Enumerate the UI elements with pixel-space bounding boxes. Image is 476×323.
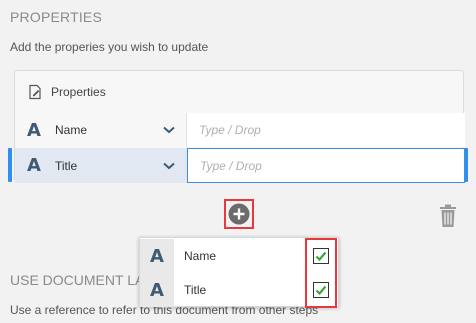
property-row-name: A Name Type / Drop bbox=[15, 113, 465, 147]
properties-panel: Properties A Name Type / Drop A Title Ty… bbox=[14, 70, 465, 183]
chevron-down-icon[interactable] bbox=[160, 157, 178, 175]
property-selector-title[interactable]: A Title bbox=[15, 148, 187, 183]
trash-icon[interactable] bbox=[438, 204, 458, 228]
text-type-icon: A bbox=[27, 155, 41, 176]
property-label: Name bbox=[55, 123, 88, 137]
checkmark-icon bbox=[315, 285, 327, 296]
property-row-title: A Title Type / Drop bbox=[15, 148, 465, 183]
text-type-icon: A bbox=[140, 273, 174, 307]
plus-circle-icon bbox=[228, 203, 250, 225]
section-description: Add the properies you wish to update bbox=[10, 40, 209, 54]
property-picker-popup: A Name A Title bbox=[139, 237, 339, 307]
text-type-icon: A bbox=[27, 119, 41, 141]
property-label: Title bbox=[55, 158, 78, 173]
properties-header-label: Properties bbox=[51, 85, 106, 99]
text-type-icon: A bbox=[140, 239, 174, 273]
section-title-document-label: USE DOCUMENT LAT bbox=[10, 272, 152, 288]
popup-item-title[interactable]: A Title bbox=[140, 273, 340, 307]
checkbox-name[interactable] bbox=[313, 248, 329, 264]
property-selector-name[interactable]: A Name bbox=[15, 113, 187, 147]
chevron-down-icon[interactable] bbox=[160, 121, 178, 139]
popup-item-name[interactable]: A Name bbox=[140, 239, 340, 273]
checkbox-title[interactable] bbox=[313, 282, 329, 298]
document-edit-icon bbox=[29, 84, 41, 100]
checkmark-icon bbox=[315, 251, 327, 262]
property-value-input-title[interactable]: Type / Drop bbox=[187, 148, 465, 183]
active-row-indicator-left bbox=[8, 148, 12, 182]
property-value-input-name[interactable]: Type / Drop bbox=[187, 113, 465, 147]
add-property-button[interactable] bbox=[224, 199, 254, 229]
properties-header: Properties bbox=[15, 71, 463, 114]
section-title: PROPERTIES bbox=[10, 9, 102, 25]
